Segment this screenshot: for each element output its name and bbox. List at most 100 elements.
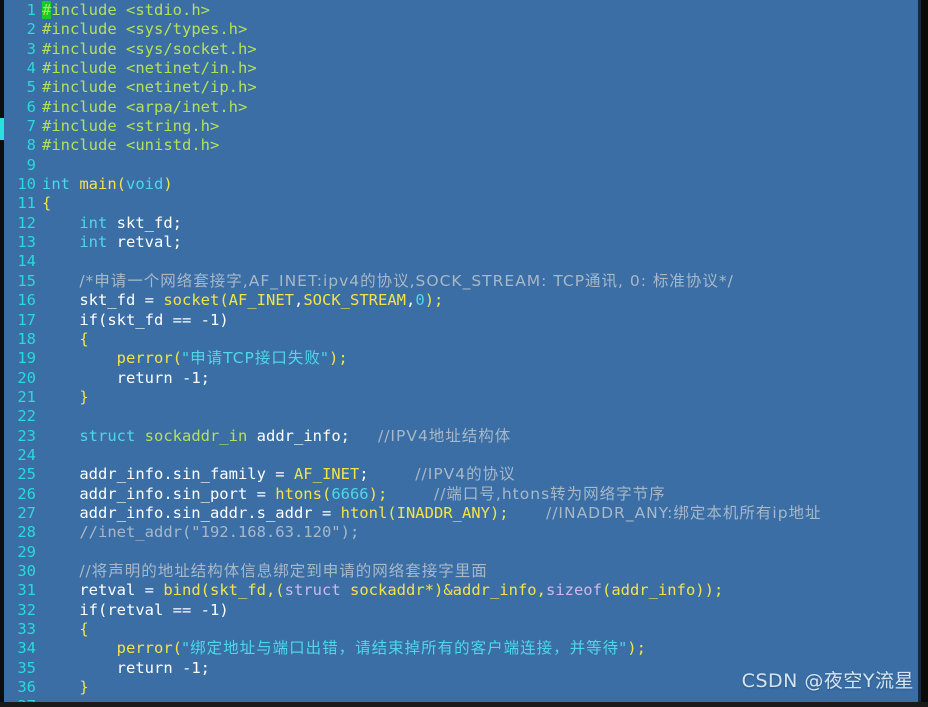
line-content[interactable]: addr_info.sin_family = AF_INET; //IPV4的协… xyxy=(36,465,928,484)
line-content[interactable] xyxy=(36,156,928,175)
code-line[interactable]: 23 struct sockaddr_in addr_info; //IPV4地… xyxy=(0,427,928,446)
line-content[interactable]: #include <netinet/ip.h> xyxy=(36,78,928,97)
line-content[interactable]: #include <netinet/in.h> xyxy=(36,59,928,78)
code-line[interactable]: 33 { xyxy=(0,620,928,639)
code-line[interactable]: 32 if(retval == -1) xyxy=(0,601,928,620)
code-line[interactable]: 25 addr_info.sin_family = AF_INET; //IPV… xyxy=(0,465,928,484)
line-content[interactable]: int main(void) xyxy=(36,175,928,194)
line-content[interactable] xyxy=(36,543,928,562)
code-token: 6666 xyxy=(331,484,369,503)
code-token: AF_INET xyxy=(293,465,360,484)
line-content[interactable]: struct sockaddr_in addr_info; //IPV4地址结构… xyxy=(36,427,928,446)
code-token: ); xyxy=(368,484,388,503)
line-content[interactable]: skt_fd = socket(AF_INET,SOCK_STREAM,0); xyxy=(36,291,928,310)
line-content[interactable]: if(retval == -1) xyxy=(36,601,928,620)
code-line[interactable]: 20 return -1; xyxy=(0,369,928,388)
window-left-border xyxy=(0,0,4,707)
code-line[interactable]: 12 int skt_fd; xyxy=(0,214,928,233)
code-token: , xyxy=(294,291,304,310)
code-line[interactable]: 27 addr_info.sin_addr.s_addr = htonl(INA… xyxy=(0,504,928,523)
code-token: sockaddr_in xyxy=(144,426,248,445)
line-content[interactable]: #include <sys/socket.h> xyxy=(36,40,928,59)
code-line[interactable]: 19 perror("申请TCP接口失败"); xyxy=(0,349,928,368)
line-content[interactable]: #include <unistd.h> xyxy=(36,136,928,155)
code-line[interactable]: 8 #include <unistd.h> xyxy=(0,136,928,155)
line-content[interactable]: #include <stdio.h> xyxy=(36,1,928,20)
code-token: ( xyxy=(116,175,127,194)
line-number: 20 xyxy=(17,368,36,387)
code-line[interactable]: 26 addr_info.sin_port = htons(6666); //端… xyxy=(0,485,928,504)
code-token: "绑定地址与端口出错，请结束掉所有的客户端连接，并等待" xyxy=(182,639,628,658)
line-content[interactable]: } xyxy=(36,388,928,407)
line-number: 27 xyxy=(17,503,36,522)
line-content[interactable]: { xyxy=(36,620,928,639)
code-token: ( xyxy=(219,291,229,310)
line-number: 33 xyxy=(17,620,36,638)
line-content[interactable]: perror("申请TCP接口失败"); xyxy=(36,349,928,368)
code-token: ); xyxy=(627,639,646,658)
code-token: socket xyxy=(163,291,220,310)
line-content[interactable]: #include <string.h> xyxy=(36,117,928,136)
line-content[interactable] xyxy=(36,252,928,271)
line-number: 14 xyxy=(17,252,36,271)
line-content[interactable]: perror("绑定地址与端口出错，请结束掉所有的客户端连接，并等待"); xyxy=(36,639,928,658)
code-line[interactable]: 28 //inet_addr("192.168.63.120"); xyxy=(0,523,928,542)
code-line[interactable]: 11 { xyxy=(0,194,928,213)
line-content[interactable]: if(skt_fd == -1) xyxy=(36,311,928,330)
code-line[interactable]: 16 skt_fd = socket(AF_INET,SOCK_STREAM,0… xyxy=(0,291,928,310)
code-line[interactable]: 24 xyxy=(0,446,928,465)
line-number: 7 xyxy=(26,117,36,136)
line-content[interactable]: //将声明的地址结构体信息绑定到申请的网络套接字里面 xyxy=(36,562,928,581)
code-line[interactable]: 3 #include <sys/socket.h> xyxy=(0,40,928,59)
code-editor-pane[interactable]: 1 #include <stdio.h> 2 #include <sys/types.… xyxy=(0,0,928,707)
line-content[interactable]: return -1; xyxy=(36,369,928,388)
code-token: int xyxy=(79,233,108,252)
code-line[interactable]: 10 int main(void) xyxy=(0,175,928,194)
code-token: ( xyxy=(172,349,182,368)
line-number: 36 xyxy=(17,678,36,697)
code-token: addr_info.sin_addr.s_addr = xyxy=(42,503,341,522)
code-line[interactable]: 21 } xyxy=(0,388,928,407)
line-number: 13 xyxy=(17,233,36,252)
code-token: //inet_addr("192.168.63.120"); xyxy=(79,523,360,542)
code-line[interactable]: 18 { xyxy=(0,330,928,349)
line-content[interactable]: { xyxy=(36,330,928,349)
code-line[interactable]: 30 //将声明的地址结构体信息绑定到申请的网络套接字里面 xyxy=(0,562,928,581)
code-line[interactable]: 29 xyxy=(0,543,928,562)
code-line[interactable]: 5 #include <netinet/ip.h> xyxy=(0,78,928,97)
line-content[interactable]: int retval; xyxy=(36,233,928,252)
line-content[interactable] xyxy=(36,407,928,426)
code-line[interactable]: 4 #include <netinet/in.h> xyxy=(0,59,928,78)
code-line[interactable]: 9 xyxy=(0,156,928,175)
code-token: bind xyxy=(163,581,201,600)
line-content[interactable]: addr_info.sin_addr.s_addr = htonl(INADDR… xyxy=(36,504,928,523)
code-line[interactable]: 1 #include <stdio.h> xyxy=(0,1,928,20)
code-line[interactable]: 22 xyxy=(0,407,928,426)
code-line[interactable]: 13 int retval; xyxy=(0,233,928,252)
code-line[interactable]: 2 #include <sys/types.h> xyxy=(0,20,928,39)
code-line[interactable]: 34 perror("绑定地址与端口出错，请结束掉所有的客户端连接，并等待"); xyxy=(0,639,928,658)
line-content[interactable]: //inet_addr("192.168.63.120"); xyxy=(36,523,928,542)
line-content[interactable]: addr_info.sin_port = htons(6666); //端口号,… xyxy=(36,485,928,504)
line-content[interactable] xyxy=(36,446,928,465)
line-content[interactable]: #include <sys/types.h> xyxy=(36,20,928,39)
code-line[interactable]: 31 retval = bind(skt_fd,(struct sockaddr… xyxy=(0,581,928,600)
code-line[interactable]: 7 #include <string.h> xyxy=(0,117,928,136)
code-token: //将声明的地址结构体信息绑定到申请的网络套接字里面 xyxy=(79,561,488,580)
code-line[interactable]: 17 if(skt_fd == -1) xyxy=(0,311,928,330)
line-content[interactable]: retval = bind(skt_fd,(struct sockaddr*)&… xyxy=(36,581,928,600)
line-content[interactable]: int skt_fd; xyxy=(36,214,928,233)
code-token: perror xyxy=(116,349,173,368)
line-content[interactable]: /*申请一个网络套接字,AF_INET:ipv4的协议,SOCK_STREAM:… xyxy=(36,272,928,291)
code-line[interactable]: 6 #include <arpa/inet.h> xyxy=(0,98,928,117)
code-line[interactable]: 14 xyxy=(0,252,928,271)
line-content[interactable]: { xyxy=(36,194,928,213)
line-content[interactable]: #include <arpa/inet.h> xyxy=(36,98,928,117)
code-line[interactable]: 15 /*申请一个网络套接字,AF_INET:ipv4的协议,SOCK_STRE… xyxy=(0,272,928,291)
